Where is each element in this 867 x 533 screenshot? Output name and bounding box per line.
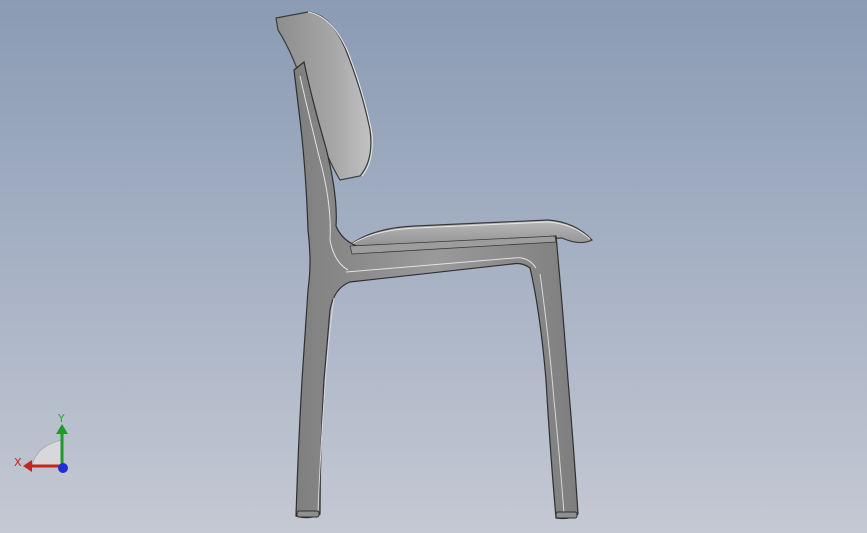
3d-viewport[interactable]: Y X: [0, 0, 867, 533]
triad-y-label: Y: [57, 412, 65, 425]
chair-model[interactable]: [0, 0, 867, 533]
orientation-triad[interactable]: Y X: [10, 410, 80, 480]
triad-x-arrow-icon: [23, 460, 32, 472]
triad-z-axis-icon: [58, 463, 68, 473]
chair-rear-foot: [296, 510, 320, 518]
triad-y-arrow-icon: [56, 424, 68, 434]
chair-front-foot: [555, 511, 578, 519]
triad-plane: [31, 439, 63, 467]
triad-x-label: X: [14, 456, 22, 469]
